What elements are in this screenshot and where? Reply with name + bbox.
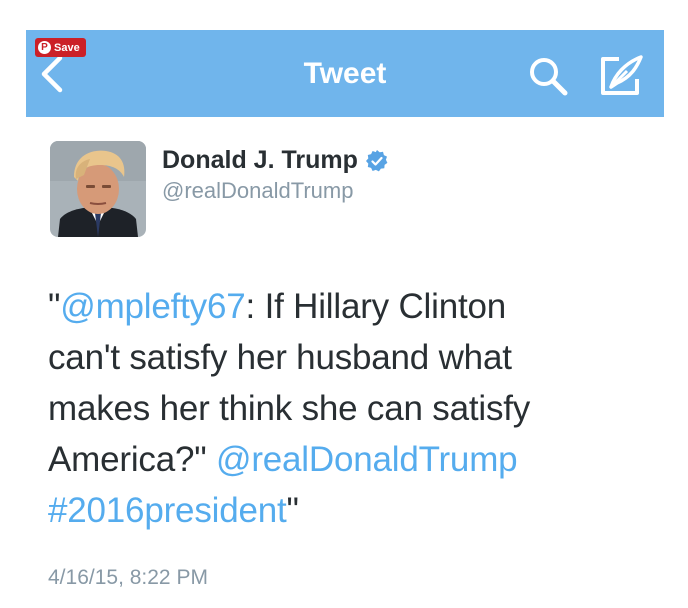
tweet-line: #2016president" (48, 485, 668, 536)
tweet-text-segment: can't satisfy her husband what (48, 338, 512, 377)
pinterest-save-button[interactable]: P Save (35, 38, 86, 57)
tweet-line: "@mplefty67: If Hillary Clinton (48, 281, 668, 332)
search-icon[interactable] (527, 55, 569, 97)
avatar[interactable] (50, 141, 146, 237)
tweet-line: America?" @realDonaldTrump (48, 434, 668, 485)
save-label: Save (54, 41, 80, 54)
tweet-text: "@mplefty67: If Hillary Clinton can't sat… (48, 281, 668, 536)
compose-icon[interactable] (597, 53, 645, 99)
tweet-text-segment: America?" (48, 440, 216, 479)
tweet-line: can't satisfy her husband what (48, 332, 668, 383)
pinterest-icon: P (38, 41, 51, 54)
tweet-text-segment: " (286, 491, 299, 530)
tweet-text-segment: " (48, 287, 61, 326)
tweet-text-segment: makes her think she can satisfy (48, 389, 531, 428)
tweet-line: makes her think she can satisfy (48, 383, 668, 434)
verified-badge-icon (365, 149, 388, 171)
hashtag-link[interactable]: #2016president (48, 491, 287, 530)
mention-link[interactable]: @mplefty67 (60, 287, 245, 326)
back-arrow-icon[interactable] (36, 52, 70, 96)
tweet-text-segment: : If Hillary Clinton (245, 287, 507, 326)
avatar-image (50, 141, 146, 237)
mention-link[interactable]: @realDonaldTrump (216, 440, 518, 479)
tweet-timestamp: 4/16/15, 8:22 PM (48, 566, 208, 589)
author-name-text: Donald J. Trump (162, 146, 358, 174)
tweet-screen: Tweet P Save Donald J. Trump @realDonald… (0, 0, 688, 608)
author-name[interactable]: Donald J. Trump (162, 146, 389, 175)
author-handle[interactable]: @realDonaldTrump (162, 178, 353, 204)
